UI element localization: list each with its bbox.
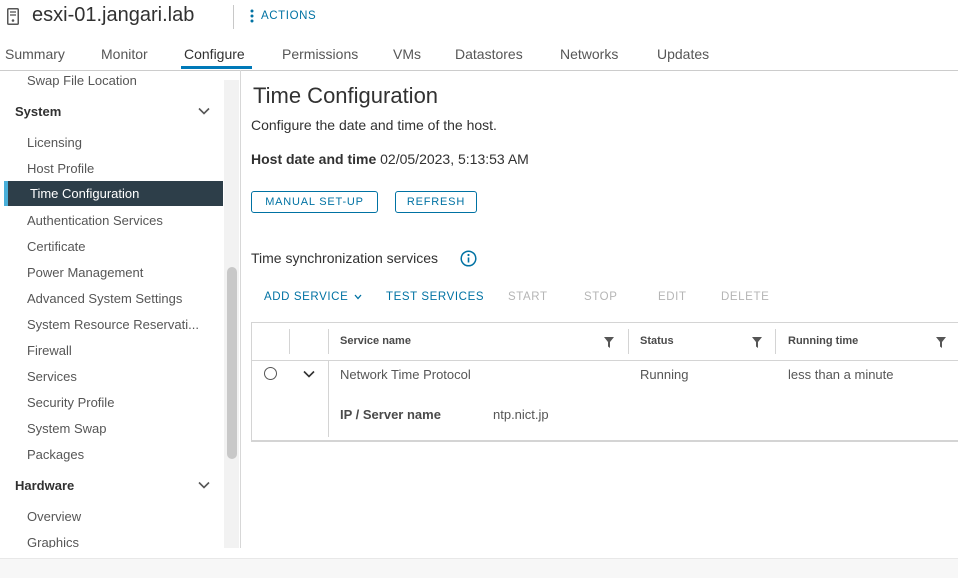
actions-menu-button[interactable]: ACTIONS — [250, 9, 316, 23]
chevron-down-icon[interactable] — [198, 481, 210, 489]
sidebar-item-advanced-system-settings[interactable]: Advanced System Settings — [27, 291, 212, 306]
tab-summary[interactable]: Summary — [5, 46, 65, 62]
column-header-status[interactable]: Status — [640, 335, 674, 347]
tab-vms[interactable]: VMs — [393, 46, 421, 62]
sidebar-item-firewall[interactable]: Firewall — [27, 343, 212, 358]
delete-button[interactable]: DELETE — [721, 291, 769, 303]
sidebar-item-packages[interactable]: Packages — [27, 447, 212, 462]
host-date-time-label: Host date and time — [251, 151, 377, 167]
sidebar-scroll-thumb[interactable] — [227, 267, 237, 459]
page-description: Configure the date and time of the host. — [251, 117, 497, 133]
tab-networks[interactable]: Networks — [560, 46, 618, 62]
column-separator — [289, 329, 290, 354]
stop-button[interactable]: STOP — [584, 291, 618, 303]
selected-indicator — [4, 181, 8, 206]
column-separator — [628, 329, 629, 354]
tab-permissions[interactable]: Permissions — [282, 46, 358, 62]
sidebar-item-system-swap[interactable]: System Swap — [27, 421, 212, 436]
cell-service-name: Network Time Protocol — [340, 367, 471, 382]
filter-icon[interactable] — [936, 337, 946, 348]
sidebar-item-licensing[interactable]: Licensing — [27, 135, 212, 150]
column-separator — [775, 329, 776, 354]
chevron-down-icon[interactable] — [303, 370, 315, 378]
host-server-icon — [7, 8, 19, 25]
sidebar-item-swap-file-location[interactable]: Swap File Location — [27, 73, 212, 88]
sidebar-item-certificate[interactable]: Certificate — [27, 239, 212, 254]
footer-bar — [0, 558, 958, 578]
tab-monitor[interactable]: Monitor — [101, 46, 148, 62]
info-icon[interactable] — [460, 250, 477, 267]
chevron-down-icon[interactable] — [198, 107, 210, 115]
sidebar-item-power-management[interactable]: Power Management — [27, 265, 212, 280]
header-divider — [233, 5, 234, 29]
vertical-dots-icon — [250, 9, 254, 23]
tab-bar: Summary Monitor Configure Permissions VM… — [0, 36, 958, 71]
host-title: esxi-01.jangari.lab — [32, 4, 195, 26]
refresh-button[interactable]: REFRESH — [395, 191, 477, 213]
active-tab-indicator — [181, 66, 252, 69]
detail-server-value: ntp.nict.jp — [493, 407, 549, 422]
actions-label: ACTIONS — [261, 10, 317, 22]
page-title: Time Configuration — [253, 83, 439, 108]
cell-running-time: less than a minute — [788, 367, 894, 382]
sync-services-title: Time synchronization services — [251, 250, 438, 266]
start-button[interactable]: START — [508, 291, 548, 303]
host-date-time: Host date and time 02/05/2023, 5:13:53 A… — [251, 151, 529, 167]
sidebar-item-authentication-services[interactable]: Authentication Services — [27, 213, 212, 228]
column-separator — [328, 329, 329, 354]
add-service-label: ADD SERVICE — [264, 291, 349, 303]
detail-server-label: IP / Server name — [340, 407, 441, 422]
chevron-down-icon — [354, 294, 362, 300]
tab-datastores[interactable]: Datastores — [455, 46, 523, 62]
manual-setup-button[interactable]: MANUAL SET-UP — [251, 191, 378, 213]
sidebar-item-label: Time Configuration — [30, 186, 140, 201]
sidebar-group-hardware[interactable]: Hardware — [15, 478, 74, 493]
column-header-service-name[interactable]: Service name — [340, 335, 411, 347]
sidebar-group-system[interactable]: System — [15, 104, 61, 119]
test-services-button[interactable]: TEST SERVICES — [386, 291, 484, 303]
filter-icon[interactable] — [604, 337, 614, 348]
row-select-radio[interactable] — [264, 367, 277, 380]
edit-button[interactable]: EDIT — [658, 291, 687, 303]
column-header-running-time[interactable]: Running time — [788, 335, 858, 347]
time-sync-services-grid: Service name Status Running time Network… — [251, 322, 958, 442]
tab-configure[interactable]: Configure — [184, 46, 245, 62]
sidebar-item-security-profile[interactable]: Security Profile — [27, 395, 212, 410]
filter-icon[interactable] — [752, 337, 762, 348]
sidebar-nav: Swap File Location System Licensing Host… — [0, 70, 241, 548]
header: esxi-01.jangari.lab ACTIONS — [0, 0, 958, 36]
sidebar-item-services[interactable]: Services — [27, 369, 212, 384]
sidebar-item-host-profile[interactable]: Host Profile — [27, 161, 212, 176]
sidebar-item-overview[interactable]: Overview — [27, 509, 212, 524]
grid-header: Service name Status Running time — [252, 323, 958, 361]
add-service-button[interactable]: ADD SERVICE — [264, 291, 362, 303]
sidebar-item-system-resource-reservation[interactable]: System Resource Reservati... — [27, 317, 212, 332]
host-date-time-value: 02/05/2023, 5:13:53 AM — [380, 151, 529, 167]
sidebar-item-time-configuration[interactable]: Time Configuration — [4, 181, 223, 206]
cell-status: Running — [640, 367, 689, 382]
sidebar-item-graphics[interactable]: Graphics — [27, 535, 212, 548]
tab-updates[interactable]: Updates — [657, 46, 709, 62]
row-separator — [328, 360, 329, 437]
